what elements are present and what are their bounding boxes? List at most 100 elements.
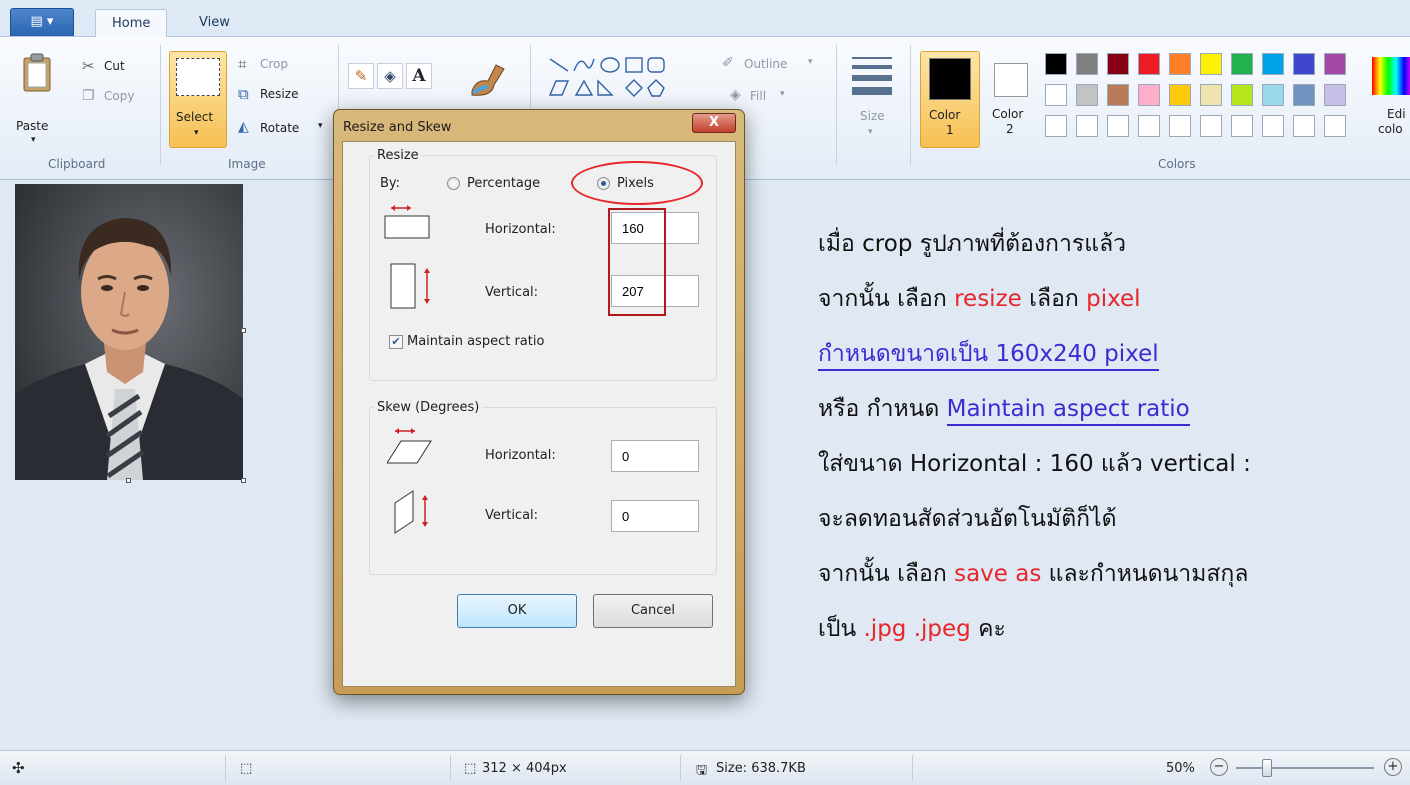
color-swatch[interactable]	[1107, 84, 1129, 106]
resize-vertical-label: Vertical:	[485, 285, 539, 300]
color2-button[interactable]: Color 2	[988, 51, 1038, 148]
color1-button[interactable]: Color 1	[920, 51, 980, 148]
clipboard-icon	[23, 53, 51, 92]
status-separator	[680, 755, 681, 781]
dialog-close-button[interactable]: X	[692, 113, 736, 133]
color-swatch[interactable]	[1231, 115, 1253, 137]
resize-handle-bottom[interactable]	[126, 478, 131, 483]
crop-icon: ⌗	[238, 55, 247, 73]
copy-button[interactable]: ❐ Copy	[82, 88, 152, 109]
tab-view[interactable]: View	[183, 9, 246, 38]
fill-label: Fill	[750, 89, 767, 103]
ok-button[interactable]: OK	[457, 594, 577, 628]
instruction-line-4: หรือ กำหนด Maintain aspect ratio	[818, 391, 1190, 427]
brushes-button[interactable]	[466, 57, 512, 103]
color-swatch[interactable]	[1324, 53, 1346, 75]
color-swatch[interactable]	[1231, 53, 1253, 75]
paint-menu-button[interactable]: ▤ ▾	[10, 8, 74, 36]
color-swatch[interactable]	[1045, 53, 1067, 75]
percentage-radio[interactable]: Percentage	[447, 175, 557, 193]
outline-button[interactable]: ✐ Outline ▾	[722, 55, 822, 77]
resize-button[interactable]: ⧉ Resize	[238, 85, 318, 107]
instruction-line-1: เมื่อ crop รูปภาพที่ต้องการแล้ว	[818, 231, 1127, 257]
color-swatch[interactable]	[1138, 84, 1160, 106]
cursor-position-icon: ✣	[12, 759, 25, 777]
vertical-skew-icon	[394, 490, 428, 534]
fill-button[interactable]: ◈ Fill ▾	[730, 87, 800, 109]
select-button[interactable]: Select ▾	[169, 51, 227, 148]
cut-button[interactable]: ✂ Cut	[82, 57, 152, 79]
color-swatch[interactable]	[1231, 84, 1253, 106]
color-swatch[interactable]	[1293, 53, 1315, 75]
color-swatch[interactable]	[1262, 84, 1284, 106]
pencil-tool[interactable]: ✎	[348, 63, 374, 89]
color2-number: 2	[1006, 122, 1014, 136]
pixel-keyword: pixel	[1086, 286, 1141, 312]
color-swatch[interactable]	[1076, 84, 1098, 106]
color-swatch[interactable]	[1169, 84, 1191, 106]
size-dropdown-icon: ▾	[868, 127, 873, 137]
color1-swatch	[929, 58, 971, 100]
rotate-dropdown-icon: ▾	[318, 121, 323, 131]
select-dropdown-icon: ▾	[194, 128, 199, 138]
tab-home[interactable]: Home	[95, 9, 168, 38]
values-highlight-box	[608, 208, 666, 316]
ribbon-separator	[910, 45, 911, 165]
color-swatch[interactable]	[1076, 115, 1098, 137]
color-swatch[interactable]	[1076, 53, 1098, 75]
zoom-slider[interactable]	[1236, 759, 1374, 777]
color-swatch[interactable]	[1107, 115, 1129, 137]
edit-colors-label: Edi	[1387, 107, 1406, 121]
zoom-slider-thumb[interactable]	[1262, 759, 1272, 777]
vertical-resize-icon	[390, 263, 430, 309]
resize-horizontal-label: Horizontal:	[485, 222, 556, 237]
outline-dropdown-icon: ▾	[808, 57, 813, 67]
cancel-button[interactable]: Cancel	[593, 594, 713, 628]
resize-label: Resize	[260, 87, 299, 101]
color-swatch[interactable]	[1324, 84, 1346, 106]
color-swatch[interactable]	[1169, 115, 1191, 137]
edit-colors-button[interactable]: Edi colo	[1370, 51, 1410, 147]
color-swatch[interactable]	[1169, 53, 1191, 75]
horizontal-resize-icon	[384, 205, 430, 239]
shapes-gallery[interactable]	[546, 55, 711, 99]
color-swatch[interactable]	[1324, 115, 1346, 137]
crop-button[interactable]: ⌗ Crop	[238, 55, 318, 77]
color-swatch[interactable]	[1293, 115, 1315, 137]
ribbon-tab-bar: ▤ ▾ Home View	[0, 0, 1410, 38]
zoom-in-button[interactable]: +	[1384, 758, 1402, 776]
shapes-icon	[548, 57, 665, 97]
skew-horizontal-input[interactable]	[611, 440, 699, 472]
dialog-body: Resize By: Percentage Pixels Horizontal:…	[342, 141, 736, 687]
color-swatch[interactable]	[1107, 53, 1129, 75]
paint-bucket-icon: ◈	[384, 67, 396, 85]
maintain-aspect-checkbox[interactable]: ✔ Maintain aspect ratio	[389, 333, 599, 351]
color-swatch[interactable]	[1262, 53, 1284, 75]
color2-label: Color	[992, 107, 1024, 121]
resize-handle-right[interactable]	[241, 328, 246, 333]
color-swatch[interactable]	[1045, 84, 1067, 106]
color-swatch[interactable]	[1200, 53, 1222, 75]
size-button[interactable]: Size ▾	[848, 51, 898, 147]
rotate-label: Rotate	[260, 121, 300, 135]
paste-button[interactable]: Paste ▾	[16, 51, 62, 147]
skew-legend: Skew (Degrees)	[377, 400, 480, 415]
maintain-aspect-keyword: Maintain aspect ratio	[946, 396, 1190, 426]
color-swatch[interactable]	[1138, 53, 1160, 75]
color-swatch[interactable]	[1138, 115, 1160, 137]
zoom-out-button[interactable]: −	[1210, 758, 1228, 776]
zoom-level: 50%	[1166, 761, 1195, 776]
color-swatch[interactable]	[1200, 115, 1222, 137]
resize-handle-corner[interactable]	[241, 478, 246, 483]
size-label: Size	[860, 109, 885, 123]
resize-legend: Resize	[377, 148, 419, 163]
fill-tool[interactable]: ◈	[377, 63, 403, 89]
skew-vertical-input[interactable]	[611, 500, 699, 532]
text-tool[interactable]: A	[406, 63, 432, 89]
color-swatch[interactable]	[1200, 84, 1222, 106]
pencil-icon: ✎	[354, 67, 368, 85]
rotate-button[interactable]: ◭ Rotate ▾	[238, 119, 333, 141]
color-swatch[interactable]	[1293, 84, 1315, 106]
color-swatch[interactable]	[1045, 115, 1067, 137]
color-swatch[interactable]	[1262, 115, 1284, 137]
